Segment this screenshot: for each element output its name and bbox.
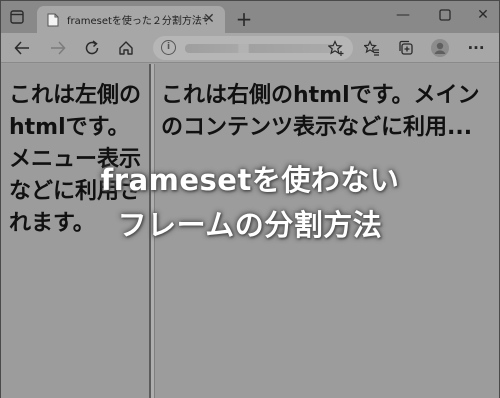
tab-title: framesetを使った２分割方法サンプル (67, 16, 207, 27)
more-icon[interactable]: ··· (465, 37, 487, 59)
overlay-title-line2: フレームの分割方法 (117, 208, 383, 242)
forward-icon[interactable] (47, 37, 69, 59)
address-bar[interactable]: i (153, 36, 353, 60)
collections-icon[interactable] (395, 37, 417, 59)
new-tab-icon[interactable]: + (233, 7, 255, 31)
browser-tab[interactable]: framesetを使った２分割方法サンプル ✕ (37, 6, 225, 33)
profile-icon[interactable] (429, 37, 451, 59)
right-frame-text: これは右側のhtmlです。メインのコンテンツ表示などに利用... (161, 83, 480, 140)
favorites-icon[interactable] (361, 37, 383, 59)
info-icon[interactable]: i (161, 40, 176, 55)
navigation-bar: i ··· (1, 33, 499, 63)
browser-window: framesetを使った２分割方法サンプル ✕ + — ✕ i (0, 0, 500, 398)
minimize-icon[interactable]: — (391, 7, 415, 23)
back-icon[interactable] (11, 37, 33, 59)
close-icon[interactable]: ✕ (471, 7, 495, 23)
refresh-icon[interactable] (81, 37, 103, 59)
home-icon[interactable] (115, 37, 137, 59)
page-icon (47, 13, 59, 27)
overlay-title-line1: framesetを使わない (100, 163, 400, 197)
add-favorite-icon[interactable] (325, 37, 347, 59)
tab-close-icon[interactable]: ✕ (201, 11, 217, 27)
maximize-icon[interactable] (433, 7, 457, 21)
tab-actions-icon[interactable] (7, 8, 27, 26)
address-url-blurred (185, 44, 335, 53)
title-bar: framesetを使った２分割方法サンプル ✕ + — ✕ (1, 1, 499, 33)
